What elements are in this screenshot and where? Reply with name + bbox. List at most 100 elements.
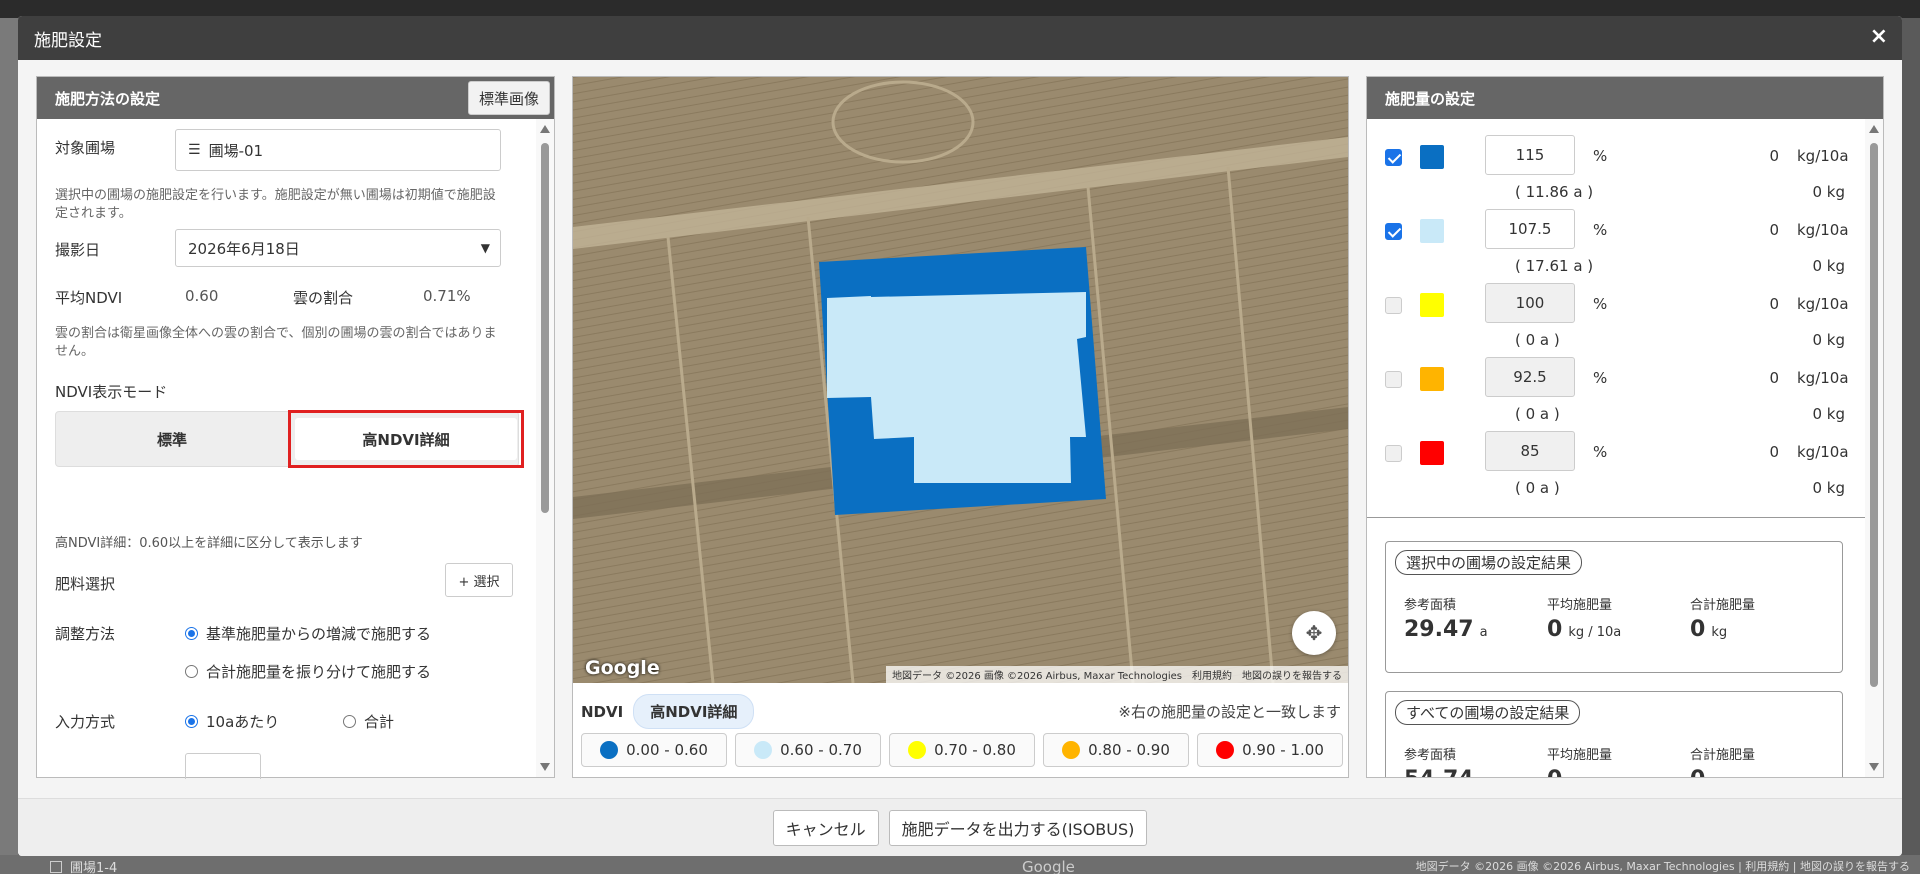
class-total: 0 kg: [1812, 479, 1845, 497]
class-checkbox[interactable]: [1385, 297, 1402, 314]
ndvi-range-chip: 0.60 - 0.70: [735, 733, 881, 767]
cancel-button[interactable]: キャンセル: [772, 809, 879, 846]
ndvi-mode-toggle: 標準 高NDVI詳細: [55, 410, 524, 468]
field-selector[interactable]: ☰ 圃場-01: [175, 129, 501, 171]
ndvi-legend-header: NDVI 高NDVI詳細 ※右の施肥量の設定と一致します: [581, 694, 1341, 729]
result-area: 参考面積 29.47 a: [1404, 594, 1488, 642]
range-color-swatch: [600, 741, 619, 759]
amount-input-partial[interactable]: [185, 753, 261, 779]
class-total: 0 kg: [1812, 257, 1845, 275]
avg-unit: kg / 10a: [1568, 625, 1622, 640]
ndvi-mode-label: NDVI表示モード: [55, 383, 168, 401]
area-value: 29.47: [1404, 617, 1474, 642]
sum-value: 0: [1690, 617, 1706, 642]
divider: [1367, 517, 1865, 518]
background-google-logo: Google: [1022, 858, 1075, 874]
scroll-up-icon[interactable]: [1869, 125, 1879, 133]
class-area: ( 0 a ): [1515, 479, 1560, 497]
class-checkbox[interactable]: [1385, 149, 1402, 166]
field-label: 対象圃場: [55, 139, 116, 157]
right-scrollbar[interactable]: [1865, 119, 1883, 777]
field-note: 選択中の圃場の施肥設定を行います。施肥設定が無い圃場は初期値で施肥設定されます。: [55, 188, 496, 221]
ndvi-class-row: 92.5% ( 0 a ) 0 kg/10a 0 kg: [1367, 357, 1865, 431]
percent-sign: %: [1593, 147, 1608, 165]
sum-header: 合計施肥量: [1690, 748, 1756, 763]
date-select[interactable]: 2026年6月18日 ▼: [175, 229, 501, 267]
class-percent-input[interactable]: 92.5: [1485, 357, 1575, 397]
recenter-icon[interactable]: ✥: [1292, 611, 1336, 655]
standard-image-button[interactable]: 標準画像: [467, 81, 550, 115]
selected-field-result: 選択中の圃場の設定結果 参考面積 29.47 a 平均施肥量 0 kg / 10a …: [1385, 541, 1843, 673]
cloud-value: 0.71%: [423, 287, 471, 305]
result-avg: 平均施肥量 0: [1547, 744, 1612, 777]
modal-title: 施肥設定: [34, 30, 102, 51]
class-percent-input[interactable]: 107.5: [1485, 209, 1575, 249]
radio-unselected-icon: [185, 665, 198, 678]
export-isobus-button[interactable]: 施肥データを出力する(ISOBUS): [888, 809, 1148, 846]
area-unit: a: [1479, 625, 1488, 640]
mode-standard-button[interactable]: 標準: [56, 412, 288, 466]
class-amount: 0: [1769, 295, 1779, 313]
class-percent-input[interactable]: 85: [1485, 431, 1575, 471]
class-unit: kg/10a: [1797, 147, 1849, 165]
input-option-total[interactable]: 合計: [343, 711, 394, 732]
ndvi-mode-chip: 高NDVI詳細: [633, 694, 755, 729]
mode-high-ndvi-button[interactable]: 高NDVI詳細: [295, 418, 517, 460]
class-checkbox[interactable]: [1385, 445, 1402, 462]
range-color-swatch: [1062, 741, 1081, 759]
scroll-down-icon[interactable]: [1869, 763, 1879, 771]
class-percent-input[interactable]: 100: [1485, 283, 1575, 323]
background-footer: 圃場1-4 Google 地図データ ©2026 画像 ©2026 Airbus…: [0, 855, 1920, 874]
legend-note: ※右の施肥量の設定と一致します: [1118, 703, 1341, 721]
fertilization-settings-modal: 施肥設定 × 施肥方法の設定 標準画像 対象圃場 ☰ 圃場-01 選択中の圃場の…: [18, 16, 1902, 856]
result-sum: 合計施肥量 0: [1690, 744, 1755, 777]
map-panel: Google 地図データ ©2026 画像 ©2026 Airbus, Maxa…: [572, 76, 1349, 778]
fertilizer-label: 肥料選択: [55, 575, 116, 593]
panel-title: 施肥方法の設定: [55, 89, 161, 108]
class-amount: 0: [1769, 221, 1779, 239]
radio-selected-icon: [185, 715, 198, 728]
area-header: 参考面積: [1404, 748, 1457, 763]
avg-value: 0: [1547, 617, 1563, 642]
ndvi-class-row: 100% ( 0 a ) 0 kg/10a 0 kg: [1367, 283, 1865, 357]
ndvi-class-row: 85% ( 0 a ) 0 kg/10a 0 kg: [1367, 431, 1865, 505]
ndvi-range-chip: 0.90 - 1.00: [1197, 733, 1343, 767]
percent-sign: %: [1593, 369, 1608, 387]
adjust-option-distribute[interactable]: 合計施肥量を振り分けて施肥する: [185, 661, 431, 682]
scroll-thumb[interactable]: [1870, 143, 1878, 687]
result-title: すべての圃場の設定結果: [1395, 700, 1581, 725]
close-icon[interactable]: ×: [1870, 24, 1888, 49]
panel-title: 施肥量の設定: [1385, 89, 1476, 108]
adjust-option-increase[interactable]: 基準施肥量からの増減で施肥する: [185, 623, 431, 644]
background-checkbox: [50, 860, 62, 873]
class-percent-input[interactable]: 115: [1485, 135, 1575, 175]
satellite-map[interactable]: Google 地図データ ©2026 画像 ©2026 Airbus, Maxa…: [573, 77, 1348, 683]
class-checkbox[interactable]: [1385, 223, 1402, 240]
class-checkbox[interactable]: [1385, 371, 1402, 388]
scroll-thumb[interactable]: [541, 143, 549, 513]
ndvi-label: NDVI: [581, 702, 624, 721]
left-scrollbar[interactable]: [536, 119, 554, 777]
class-unit: kg/10a: [1797, 443, 1849, 461]
select-fertilizer-button[interactable]: + 選択: [445, 563, 513, 597]
area-header: 参考面積: [1404, 598, 1457, 613]
background-map-attribution: 地図データ ©2026 画像 ©2026 Airbus, Maxar Techn…: [1415, 860, 1910, 873]
result-sum: 合計施肥量 0 kg: [1690, 594, 1755, 642]
class-total: 0 kg: [1812, 331, 1845, 349]
report-error-link[interactable]: 地図の誤りを報告する: [1242, 667, 1342, 682]
chevron-down-icon: ▼: [480, 241, 490, 255]
range-color-swatch: [1216, 741, 1235, 759]
class-unit: kg/10a: [1797, 221, 1849, 239]
input-option-per10a[interactable]: 10aあたり: [185, 711, 279, 732]
class-total: 0 kg: [1812, 183, 1845, 201]
ndvi-class-row: 115% ( 11.86 a ) 0 kg/10a 0 kg: [1367, 135, 1865, 209]
scroll-down-icon[interactable]: [540, 763, 550, 771]
terms-link[interactable]: 利用規約: [1192, 667, 1232, 682]
class-unit: kg/10a: [1797, 295, 1849, 313]
mode-note: 高NDVI詳細：0.60以上を詳細に区分して表示します: [55, 536, 363, 551]
fertilizer-amount-panel: 施肥量の設定 115% ( 11.86 a ) 0 kg/10a 0 kg 107.5% (…: [1366, 76, 1884, 778]
scroll-up-icon[interactable]: [540, 125, 550, 133]
modal-body: 施肥方法の設定 標準画像 対象圃場 ☰ 圃場-01 選択中の圃場の施肥設定を行い…: [18, 60, 1902, 798]
ndvi-range-chip: 0.80 - 0.90: [1043, 733, 1189, 767]
percent-sign: %: [1593, 221, 1608, 239]
